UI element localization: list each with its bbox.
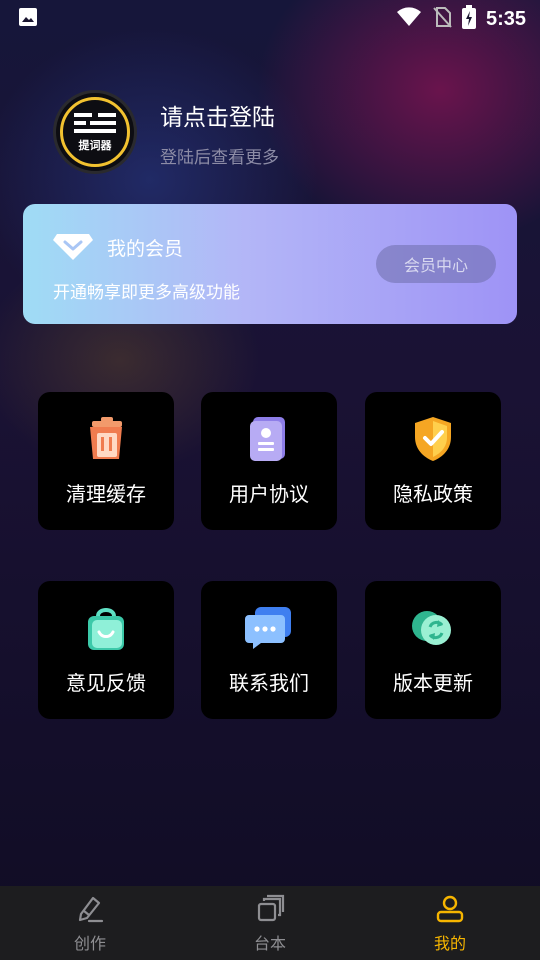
nav-label-create: 创作 [73,934,106,953]
tile-label-contact-us: 联系我们 [229,671,309,695]
nav-item-create[interactable]: 创作 [0,886,180,960]
avatar-text: 提词器 [78,139,112,152]
tile-label-version-update: 版本更新 [393,671,473,695]
script-icon [255,894,285,928]
nav-label-script: 台本 [253,934,286,953]
tile-label-feedback: 意见反馈 [66,671,146,695]
login-subtitle: 登陆后查看更多 [160,148,279,168]
no-sim-icon [432,6,452,32]
member-subtitle: 开通畅享即更多高级功能 [53,283,240,303]
update-icon [410,603,456,653]
nav-item-script[interactable]: 台本 [180,886,360,960]
teleprompter-logo-icon [74,113,116,133]
shield-icon [411,414,455,464]
tile-label-privacy-policy: 隐私政策 [393,482,473,506]
diamond-icon [53,230,93,264]
tile-label-clear-cache: 清理缓存 [66,482,146,506]
trash-icon [82,414,130,464]
member-card[interactable]: 我的会员 开通畅享即更多高级功能 会员中心 [23,204,517,324]
contact-us-tile[interactable]: 联系我们 [201,581,337,719]
version-update-tile[interactable]: 版本更新 [365,581,501,719]
image-notification-icon [18,7,38,31]
nav-label-mine: 我的 [433,934,466,953]
member-center-button[interactable]: 会员中心 [376,245,496,283]
nav-item-mine[interactable]: 我的 [360,886,540,960]
pen-icon [75,894,105,928]
clear-cache-tile[interactable]: 清理缓存 [38,392,174,530]
avatar[interactable]: 提词器 [53,90,137,174]
privacy-policy-tile[interactable]: 隐私政策 [365,392,501,530]
wifi-icon [396,7,422,31]
user-icon [435,894,465,928]
feedback-tile[interactable]: 意见反馈 [38,581,174,719]
feedback-bag-icon [84,603,128,653]
status-bar: 5:35 [0,0,540,38]
bottom-nav: 创作 台本 我的 [0,886,540,960]
battery-charging-icon [461,5,476,33]
login-title[interactable]: 请点击登陆 [160,98,275,132]
app-logo: 提词器 [60,97,130,167]
member-title: 我的会员 [107,238,184,260]
chat-icon [245,603,293,653]
user-agreement-tile[interactable]: 用户协议 [201,392,337,530]
agreement-icon [247,414,291,464]
tile-label-user-agreement: 用户协议 [229,482,309,506]
status-time: 5:35 [485,7,526,30]
